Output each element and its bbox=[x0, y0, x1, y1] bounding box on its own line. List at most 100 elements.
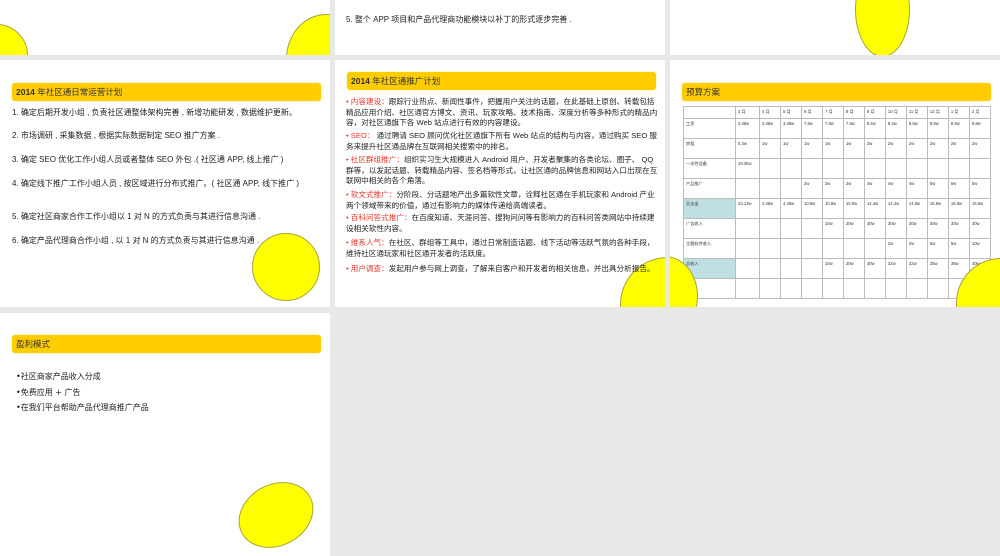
table-cell bbox=[821, 278, 844, 299]
column-header: 8 月 bbox=[842, 106, 865, 119]
table-cell bbox=[759, 178, 781, 199]
table-cell bbox=[759, 158, 781, 179]
slide-thumbnail-ops-plan[interactable]: 2014 年社区通日常运营计划 1. 确定后期开发小组 , 负责社区通整体架构完… bbox=[0, 60, 330, 307]
table-cell bbox=[780, 258, 802, 279]
yellow-circle-decoration bbox=[286, 14, 330, 55]
table-cell bbox=[863, 278, 886, 299]
list-item: 2. 市场调研 , 采集数据 , 根据实际数据制定 SEO 推广方案 . bbox=[12, 131, 221, 140]
table-cell bbox=[734, 278, 761, 299]
table-cell bbox=[821, 238, 844, 259]
table-cell: 14.4w bbox=[884, 198, 907, 219]
table-cell: 2w bbox=[926, 138, 949, 159]
table-cell: 8.4w bbox=[884, 118, 907, 139]
column-header: 2 月 bbox=[968, 106, 992, 119]
bullet-key: • 内容建设： bbox=[346, 97, 389, 106]
yellow-ellipse-decoration bbox=[227, 469, 325, 556]
table-cell: 14.4w bbox=[863, 198, 886, 219]
title-year: 2014 bbox=[16, 87, 35, 97]
table-cell: 30w bbox=[968, 218, 992, 239]
table-cell bbox=[926, 278, 949, 299]
table-cell bbox=[734, 178, 761, 199]
item-text: 在社区、群组等工具中，通过日常制造话题、线下活动等活跃气氛的各种手段，维持社区通… bbox=[346, 238, 655, 258]
list-item: 5. 整个 APP 项目和产品代理商功能模块以补丁的形式逐步完善 . bbox=[346, 15, 572, 24]
table-row: 主题软件收入 2w 2w 5w 5w 10w bbox=[683, 238, 992, 259]
row-label: 总支出 bbox=[683, 198, 736, 219]
table-cell: 10w bbox=[968, 238, 992, 259]
table-cell: 7.8w bbox=[842, 118, 865, 139]
table-cell: 5w bbox=[947, 238, 970, 259]
table-cell bbox=[842, 238, 865, 259]
table-cell: 4.48w bbox=[759, 198, 781, 219]
list-item: • 软文式推广：分阶段、分话题地产出多篇软性文章，诠释社区通在手机玩家和 And… bbox=[346, 190, 658, 211]
table-cell bbox=[947, 158, 970, 179]
table-cell: 30w bbox=[863, 218, 886, 239]
table-cell: 1w bbox=[821, 138, 844, 159]
table-cell bbox=[780, 158, 802, 179]
table-cell bbox=[800, 158, 823, 179]
table-cell: 8.4w bbox=[863, 118, 886, 139]
slide-thumbnail-top-middle[interactable]: 5. 整个 APP 项目和产品代理商功能模块以补丁的形式逐步完善 . bbox=[335, 0, 665, 55]
table-cell: 4.48w bbox=[780, 198, 802, 219]
table-cell: 3.48w bbox=[780, 118, 802, 139]
table-cell: 1w bbox=[759, 138, 781, 159]
bullet-key: • 百科问答式推广： bbox=[346, 213, 412, 222]
table-row: 广告收入 10w 20w 30w 30w 30w 30w 30w 30w bbox=[683, 218, 992, 239]
column-header: 6 月 bbox=[800, 106, 823, 119]
table-cell: 2w bbox=[884, 238, 907, 259]
table-cell: 32w bbox=[884, 258, 907, 279]
slide-thumbnail-profit-model[interactable]: 盈利模式 •社区商家产品收入分成 •免费应用 + 广告 •在我们平台帮助产品代理… bbox=[0, 313, 330, 556]
row-label: 广告收入 bbox=[683, 218, 736, 239]
table-cell bbox=[905, 278, 928, 299]
row-label: 工资 bbox=[683, 118, 736, 139]
column-header: 5 月 bbox=[780, 106, 802, 119]
table-cell: 2w bbox=[905, 138, 928, 159]
list-item: 5. 确定社区商家合作工作小组以 1 对 N 的方式负责与其进行信息沟通 . bbox=[12, 212, 261, 221]
table-cell: 2w bbox=[905, 238, 928, 259]
budget-table: 3 月4 月5 月6 月7 月8 月9 月 10 月 11 月 12 月1 月2 月工… bbox=[683, 106, 992, 299]
table-cell: 30w bbox=[947, 218, 970, 239]
row-label: 一次性设备 bbox=[683, 158, 736, 179]
list-item: 3. 确定 SEO 优化工作小组人员或者整体 SEO 外包 .( 社区通 APP… bbox=[12, 155, 284, 164]
item-key: 用户调查： bbox=[350, 264, 389, 273]
column-header: 3 月 bbox=[734, 106, 761, 119]
slide-thumbnail-top-right[interactable] bbox=[670, 0, 1000, 55]
list-item: •社区商家产品收入分成 bbox=[16, 372, 101, 381]
column-header: 7 月 bbox=[821, 106, 844, 119]
table-cell bbox=[780, 278, 802, 299]
table-cell: 30w bbox=[863, 258, 886, 279]
table-cell: 4w bbox=[884, 178, 907, 199]
slide-thumbnail-top-left[interactable] bbox=[0, 0, 330, 55]
item-key: 软文式推广： bbox=[350, 190, 397, 199]
slide-thumbnail-budget[interactable]: 预算方案 3 月4 月5 月6 月7 月8 月9 月 10 月 11 月 12 月1 … bbox=[670, 60, 1000, 307]
slide-title-banner: 2014 年社区通推广计划 bbox=[347, 72, 656, 90]
table-cell: 2w bbox=[821, 178, 844, 199]
list-item: • 内容建设：跟踪行业热点、新闻性事件，把握用户关注的话题，在此基础上原创、转载… bbox=[346, 97, 658, 129]
table-row: 一次性设备 19.35w bbox=[683, 158, 992, 179]
column-header: 1 月 bbox=[947, 106, 970, 119]
table-cell bbox=[734, 218, 761, 239]
list-item: • 用户调查：发起用户参与网上调查，了解来自客户和开发者的相关信息，并出具分析报… bbox=[346, 264, 658, 275]
table-cell bbox=[759, 218, 781, 239]
table-cell bbox=[734, 238, 761, 259]
table-cell: 35w bbox=[926, 258, 949, 279]
table-cell: 15.9w bbox=[926, 198, 949, 219]
table-header-row: 3 月4 月5 月6 月7 月8 月9 月 10 月 11 月 12 月1 月2 月 bbox=[683, 106, 992, 119]
table-cell: 3.48w bbox=[759, 118, 781, 139]
table-cell bbox=[842, 278, 865, 299]
bullet-key: • SEO： bbox=[346, 131, 375, 140]
table-cell: 15.9w bbox=[968, 198, 992, 219]
table-cell: 2w bbox=[884, 138, 907, 159]
column-header: 11 月 bbox=[905, 106, 928, 119]
table-cell: 3.48w bbox=[734, 118, 761, 139]
table-cell: 8.9w bbox=[947, 118, 970, 139]
table-cell: 19.35w bbox=[734, 158, 761, 179]
yellow-circle-decoration bbox=[0, 24, 28, 55]
item-text: 发起用户参与网上调查，了解来自客户和开发者的相关信息，并出具分析报告。 bbox=[388, 264, 655, 273]
bullet-key: • 用户调查： bbox=[346, 264, 389, 273]
table-row: 产品推广 2w 2w 2w 4w 4w 4w 5w 5w 5w bbox=[683, 178, 992, 199]
slide-thumbnail-promo-plan[interactable]: 2014 年社区通推广计划 • 内容建设：跟踪行业热点、新闻性事件，把握用户关注… bbox=[335, 60, 665, 307]
table-cell: 10.8w bbox=[821, 198, 844, 219]
slide-title: 盈利模式 bbox=[16, 339, 51, 349]
column-header: 12 月 bbox=[926, 106, 949, 119]
table-row: 工资 3.48w 3.48w 3.48w 7.8w 7.8w 7.8w 8.4w 8.4w 8.8… bbox=[683, 118, 992, 139]
